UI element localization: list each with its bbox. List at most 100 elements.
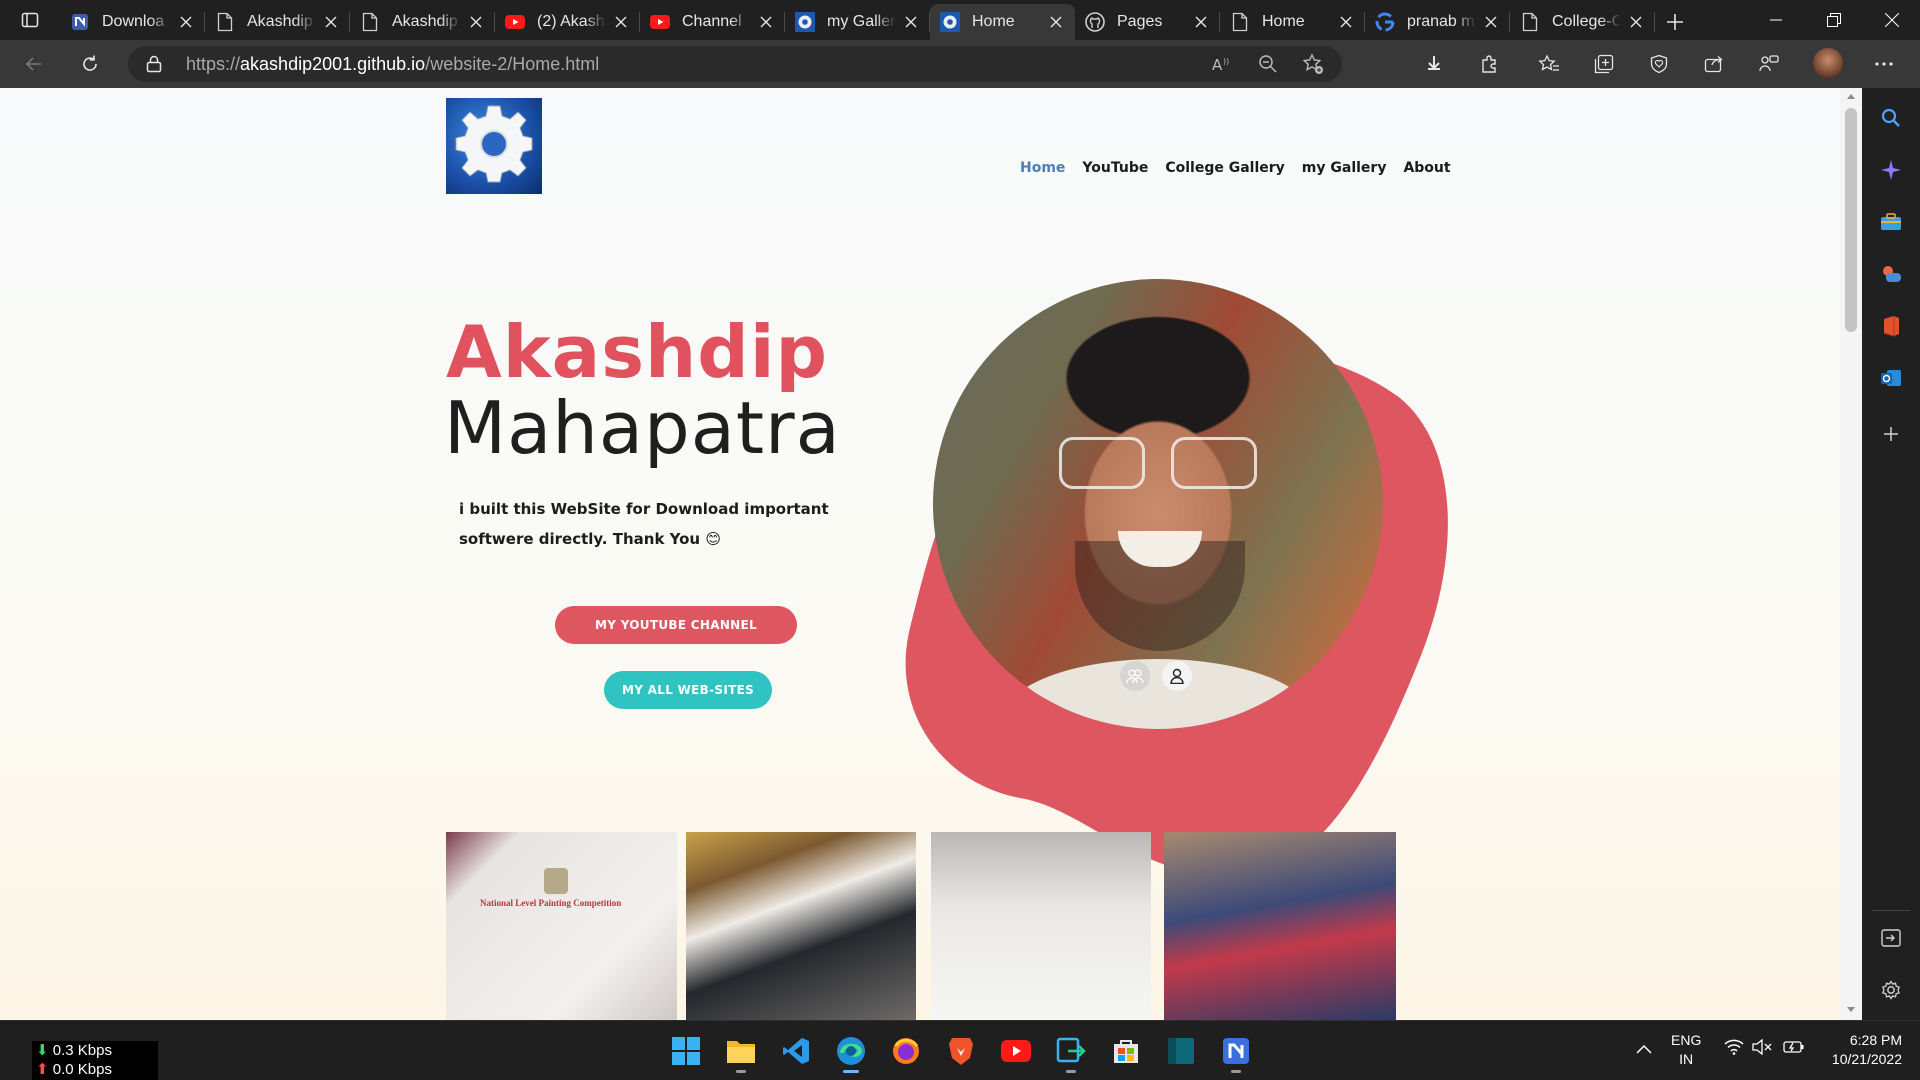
tab-close-icon[interactable]	[1192, 13, 1210, 31]
wifi-icon[interactable]	[1724, 1039, 1744, 1060]
photo-glasses-left	[1059, 437, 1145, 489]
nav-college-gallery-link[interactable]: College Gallery	[1165, 160, 1284, 176]
browser-tab[interactable]: College-C	[1510, 4, 1655, 40]
taskbar-vscode[interactable]	[778, 1033, 814, 1069]
refresh-button[interactable]	[74, 48, 106, 80]
taskbar-notion-n[interactable]	[1218, 1033, 1254, 1073]
time-text: 6:28 PM	[1849, 1032, 1902, 1048]
settings-more-button[interactable]	[1868, 48, 1900, 80]
share-button[interactable]	[1698, 48, 1730, 80]
browser-tab[interactable]: Akashdip	[205, 4, 350, 40]
address-bar[interactable]: https://akashdip2001.github.io/website-2…	[128, 46, 1342, 82]
sidebar-outlook-icon[interactable]	[1879, 366, 1903, 390]
tab-close-icon[interactable]	[1047, 13, 1065, 31]
visual-search-icon[interactable]	[1120, 661, 1150, 691]
taskbar-edge[interactable]	[833, 1033, 869, 1073]
close-window-button[interactable]	[1864, 0, 1920, 40]
clock[interactable]: 6:28 PM 10/21/2022	[1816, 1031, 1902, 1069]
downloads-button[interactable]	[1418, 48, 1450, 80]
svg-text:A: A	[1212, 56, 1223, 73]
sidebar-office-icon[interactable]	[1879, 314, 1903, 338]
tab-title: (2) Akash	[537, 13, 605, 30]
extensions-button[interactable]	[1474, 48, 1506, 80]
tab-close-icon[interactable]	[1337, 13, 1355, 31]
tab-close-icon[interactable]	[902, 13, 920, 31]
show-hidden-icons-button[interactable]	[1636, 1041, 1652, 1059]
close-icon	[1885, 13, 1899, 27]
browser-toolbar: https://akashdip2001.github.io/website-2…	[0, 40, 1920, 88]
photo-glasses-right	[1171, 437, 1257, 489]
browser-tab[interactable]: (2) Akash	[495, 4, 640, 40]
nav-youtube-link[interactable]: YouTube	[1082, 160, 1148, 176]
taskbar-quick-share[interactable]	[1053, 1033, 1089, 1073]
scroll-thumb[interactable]	[1845, 108, 1857, 332]
new-tab-button[interactable]	[1655, 4, 1695, 40]
language-indicator[interactable]: ENG IN	[1671, 1031, 1701, 1069]
sidebar-discover-icon[interactable]	[1879, 158, 1903, 182]
sidebar-search-icon[interactable]	[1879, 106, 1903, 130]
browser-tab[interactable]: Pages	[1075, 4, 1220, 40]
taskbar-firefox[interactable]	[888, 1033, 924, 1069]
tab-close-icon[interactable]	[1482, 13, 1500, 31]
tab-close-icon[interactable]	[612, 13, 630, 31]
taskbar-youtube[interactable]	[998, 1033, 1034, 1069]
upload-speed-text: 0.0 Kbps	[52, 1061, 112, 1078]
tab-close-icon[interactable]	[467, 13, 485, 31]
share-icon	[1704, 56, 1723, 73]
all-websites-button[interactable]: MY ALL WEB-SITES	[604, 671, 772, 709]
tab-close-icon[interactable]	[322, 13, 340, 31]
gallery-friends-white-image[interactable]	[931, 832, 1151, 1020]
browser-tab[interactable]: pranab m	[1365, 4, 1510, 40]
browser-tab[interactable]: Home	[1220, 4, 1365, 40]
more-dots-icon	[1875, 62, 1893, 66]
nav-about-link[interactable]: About	[1403, 160, 1450, 176]
add-favorite-icon[interactable]	[1301, 52, 1325, 76]
youtube-channel-button[interactable]: MY YOUTUBE CHANNEL	[555, 606, 797, 644]
gallery-award-image[interactable]	[686, 832, 916, 1020]
sidebar-tools-icon[interactable]	[1879, 210, 1903, 234]
browser-tab[interactable]: Channel	[640, 4, 785, 40]
person-icon[interactable]	[1162, 661, 1192, 691]
page-scrollbar[interactable]	[1840, 88, 1862, 1020]
volume-muted-icon[interactable]	[1752, 1038, 1772, 1060]
collections-button[interactable]	[1588, 48, 1620, 80]
nav-my-gallery-link[interactable]: my Gallery	[1302, 160, 1387, 176]
read-aloud-icon[interactable]: A))	[1211, 52, 1235, 76]
site-logo[interactable]	[446, 98, 542, 194]
sidebar-settings-gear-icon[interactable]	[1879, 978, 1903, 1002]
tab-close-icon[interactable]	[757, 13, 775, 31]
back-button[interactable]	[18, 48, 50, 80]
battery-charging-icon[interactable]	[1783, 1039, 1805, 1060]
browser-tab[interactable]: my Galler	[785, 4, 930, 40]
profile-avatar[interactable]	[1813, 48, 1843, 78]
tab-actions-button[interactable]	[10, 6, 50, 34]
browser-tab[interactable]: Akashdip	[350, 4, 495, 40]
sidebar-add-icon[interactable]	[1879, 422, 1903, 446]
notion-n-icon	[70, 12, 90, 32]
nav-home-link[interactable]: Home	[1020, 160, 1065, 176]
favorites-button[interactable]	[1533, 48, 1565, 80]
tab-close-icon[interactable]	[177, 13, 195, 31]
minimize-button[interactable]	[1748, 0, 1804, 40]
windows-taskbar: ⬇ 0.3 Kbps ⬆ 0.0 Kbps ENG IN 6:28 PM 10/…	[0, 1020, 1920, 1080]
sidebar-hide-icon[interactable]	[1879, 926, 1903, 950]
zoom-out-icon[interactable]	[1256, 52, 1280, 76]
net-speed-widget: ⬇ 0.3 Kbps ⬆ 0.0 Kbps	[32, 1041, 158, 1080]
url-text[interactable]: https://akashdip2001.github.io/website-2…	[186, 54, 599, 75]
taskbar-brave[interactable]	[943, 1033, 979, 1069]
taskbar-app-teal[interactable]	[1163, 1033, 1199, 1069]
browser-tab[interactable]: Home	[930, 4, 1075, 40]
sidebar-games-icon[interactable]	[1879, 262, 1903, 286]
plus-icon	[1667, 14, 1683, 30]
feedback-button[interactable]	[1753, 48, 1785, 80]
gallery-certificate-image[interactable]: National Level Painting Competition	[446, 832, 677, 1020]
tab-close-icon[interactable]	[1627, 13, 1645, 31]
restore-button[interactable]	[1806, 0, 1862, 40]
browser-tab[interactable]: Downloa	[60, 4, 205, 40]
page-viewport: Home YouTube College Gallery my Gallery …	[0, 88, 1840, 1020]
taskbar-ms-store[interactable]	[1108, 1033, 1144, 1069]
browser-essentials-button[interactable]	[1643, 48, 1675, 80]
start-button[interactable]	[668, 1033, 704, 1069]
taskbar-file-explorer[interactable]	[723, 1033, 759, 1073]
gallery-friends-stairs-image[interactable]	[1164, 832, 1396, 1020]
